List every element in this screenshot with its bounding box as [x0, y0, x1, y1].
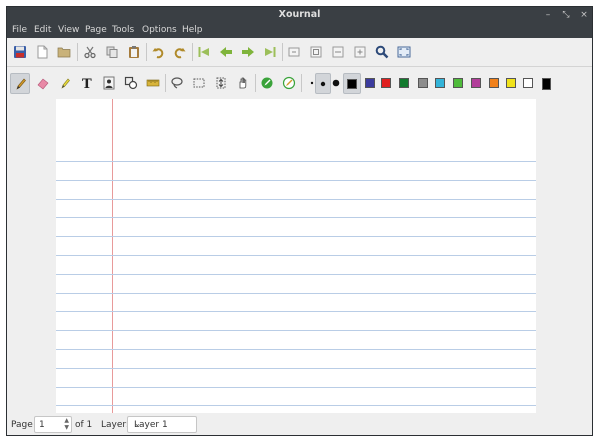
toolbar-separator	[146, 43, 147, 61]
find-icon[interactable]	[373, 43, 391, 61]
zoom-in-icon[interactable]	[351, 43, 369, 61]
lined-paper-page[interactable]	[56, 99, 536, 413]
ruled-line	[56, 274, 536, 275]
color-green-button[interactable]	[399, 78, 409, 88]
drawing-canvas[interactable]	[7, 99, 592, 413]
copy-icon[interactable]	[103, 43, 121, 61]
page-number-value: 1	[39, 420, 45, 430]
window-title: Xournal	[278, 9, 321, 20]
toolbar-separator	[165, 74, 166, 92]
ruled-line	[56, 387, 536, 388]
vertical-space-icon[interactable]	[212, 74, 230, 92]
color-light-green-button[interactable]	[453, 78, 463, 88]
last-page-icon[interactable]	[261, 43, 279, 61]
hand-icon[interactable]	[234, 74, 252, 92]
ruled-line	[56, 293, 536, 294]
zoom-100-icon[interactable]	[307, 43, 325, 61]
ruled-line	[56, 311, 536, 312]
color-orange-button[interactable]	[489, 78, 499, 88]
zoom-fit-width-icon[interactable]	[329, 43, 347, 61]
paste-icon[interactable]	[125, 43, 143, 61]
page-label: Page	[11, 420, 33, 430]
tools-toolbar: T	[7, 67, 592, 100]
page-number-spinner[interactable]: 1 ▲ ▼	[34, 416, 72, 433]
status-bar: Page 1 ▲ ▼ of 1 Layer: Layer 1 ⌄	[7, 413, 592, 435]
ruled-line	[56, 199, 536, 200]
toolbar-separator	[255, 74, 256, 92]
ruler-icon[interactable]	[144, 74, 162, 92]
zoom-out-icon[interactable]	[285, 43, 303, 61]
toolbar-separator	[77, 43, 78, 61]
ruled-line	[56, 330, 536, 331]
highlighter-icon[interactable]	[56, 74, 74, 92]
menu-file[interactable]: File	[12, 25, 27, 35]
chevron-down-icon: ⌄	[134, 419, 141, 428]
color-black-button[interactable]	[343, 73, 361, 94]
next-page-icon[interactable]	[239, 43, 257, 61]
xournal-window: Xournal – ⤡ × File Edit View Page Tools …	[6, 6, 593, 436]
layer-label: Layer:	[101, 420, 129, 430]
ruled-line	[56, 217, 536, 218]
color-red-button[interactable]	[381, 78, 391, 88]
menu-view[interactable]: View	[58, 25, 79, 35]
toolbar-separator	[301, 74, 302, 92]
lasso-icon[interactable]	[168, 74, 186, 92]
close-button[interactable]: ×	[577, 8, 591, 22]
open-folder-icon[interactable]	[55, 43, 73, 61]
toolbar-separator	[282, 43, 283, 61]
undo-icon[interactable]	[149, 43, 167, 61]
redo-icon[interactable]	[171, 43, 189, 61]
restore-button[interactable]: ⤡	[559, 8, 573, 22]
page-count-label: of 1	[75, 420, 93, 430]
color-white-button[interactable]	[523, 78, 533, 88]
toolbar-separator	[192, 43, 193, 61]
menu-edit[interactable]: Edit	[34, 25, 51, 35]
menu-bar: File Edit View Page Tools Options Help	[7, 24, 592, 38]
default-highlighter-icon[interactable]	[280, 74, 298, 92]
title-bar: Xournal – ⤡ ×	[7, 7, 592, 24]
main-toolbar	[7, 38, 592, 67]
menu-help[interactable]: Help	[182, 25, 203, 35]
previous-page-icon[interactable]	[217, 43, 235, 61]
default-pen-icon[interactable]	[258, 74, 276, 92]
rect-select-icon[interactable]	[190, 74, 208, 92]
fullscreen-icon[interactable]	[395, 43, 413, 61]
shape-recognizer-icon[interactable]	[122, 74, 140, 92]
cut-icon[interactable]	[81, 43, 99, 61]
ruled-line	[56, 405, 536, 406]
pen-icon[interactable]	[10, 73, 30, 94]
color-light-blue-button[interactable]	[435, 78, 445, 88]
ruled-line	[56, 180, 536, 181]
menu-options[interactable]: Options	[142, 25, 177, 35]
svg-text:T: T	[82, 77, 92, 90]
ruled-line	[56, 368, 536, 369]
eraser-icon[interactable]	[34, 74, 52, 92]
ruled-line	[56, 349, 536, 350]
save-icon[interactable]	[11, 43, 29, 61]
image-icon[interactable]	[100, 74, 118, 92]
color-custom-button[interactable]	[542, 78, 551, 90]
margin-line	[112, 99, 113, 413]
text-icon[interactable]: T	[78, 74, 96, 92]
first-page-icon[interactable]	[195, 43, 213, 61]
color-swatch	[347, 78, 357, 89]
ruled-line	[56, 161, 536, 162]
layer-select[interactable]: Layer 1 ⌄	[127, 416, 197, 433]
minimize-button[interactable]: –	[541, 8, 555, 22]
spin-arrows-icon[interactable]: ▲ ▼	[64, 417, 69, 431]
menu-page[interactable]: Page	[85, 25, 107, 35]
color-gray-button[interactable]	[418, 78, 428, 88]
new-document-icon[interactable]	[33, 43, 51, 61]
menu-tools[interactable]: Tools	[112, 25, 134, 35]
color-blue-button[interactable]	[365, 78, 375, 88]
color-yellow-button[interactable]	[506, 78, 516, 88]
color-magenta-button[interactable]	[471, 78, 481, 88]
ruled-line	[56, 255, 536, 256]
ruled-line	[56, 236, 536, 237]
